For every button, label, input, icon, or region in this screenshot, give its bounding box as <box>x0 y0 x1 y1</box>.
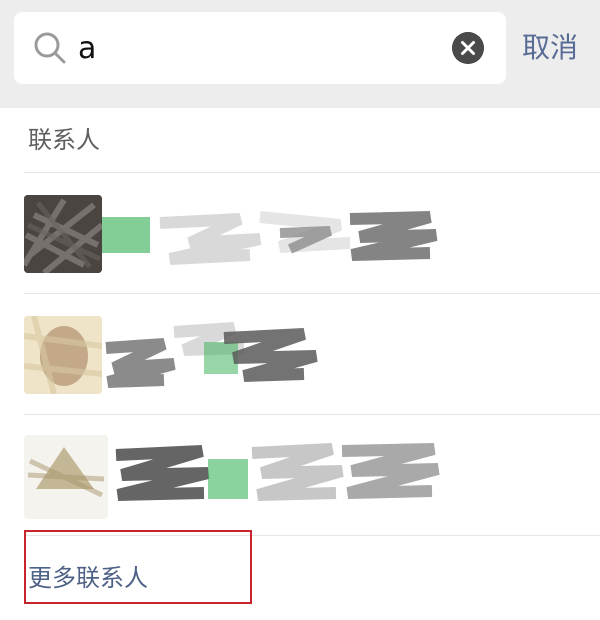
search-bar: 取消 <box>0 0 600 108</box>
search-box[interactable] <box>14 12 506 84</box>
more-contacts-button[interactable]: 更多联系人 <box>24 530 252 604</box>
avatar <box>24 316 102 394</box>
search-icon <box>34 32 66 64</box>
search-input[interactable] <box>78 24 448 72</box>
avatar <box>24 435 108 519</box>
more-contacts-label: 更多联系人 <box>28 564 148 592</box>
avatar <box>24 195 102 273</box>
contact-row[interactable] <box>0 173 600 293</box>
section-header-contacts: 联系人 <box>28 126 100 154</box>
cancel-button[interactable]: 取消 <box>522 26 594 70</box>
redacted-name <box>105 322 318 388</box>
contact-row[interactable] <box>0 415 600 535</box>
redacted-name <box>115 443 440 501</box>
contact-row[interactable] <box>0 294 600 414</box>
clear-icon[interactable] <box>452 32 484 64</box>
redacted-name <box>102 211 438 265</box>
